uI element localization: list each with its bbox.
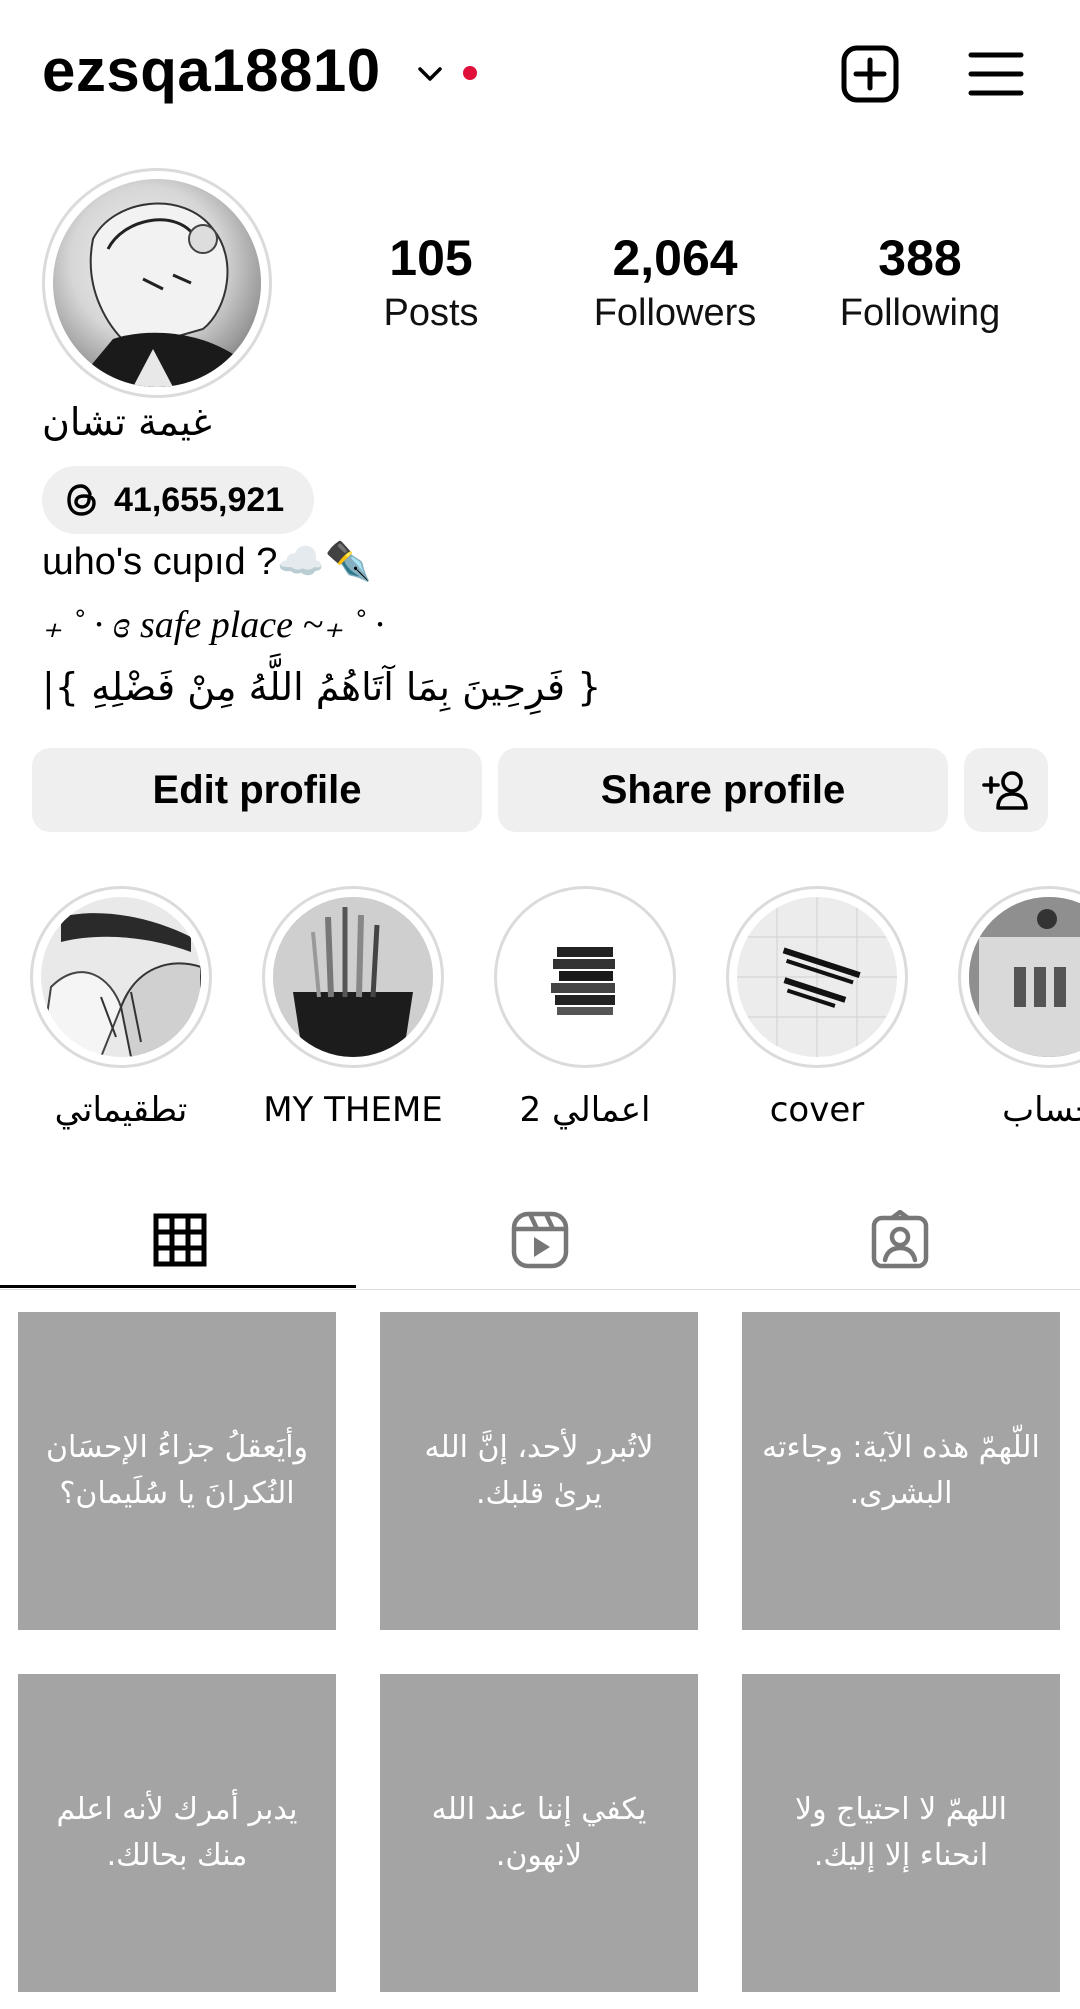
profile-header: ezsqa18810 <box>0 0 1080 150</box>
threads-badge[interactable]: 41,655,921 <box>42 466 315 534</box>
reels-icon <box>511 1211 569 1269</box>
notification-dot <box>463 66 477 80</box>
share-profile-button[interactable]: Share profile <box>498 748 948 832</box>
posts-count[interactable]: 105 Posts <box>321 228 541 338</box>
highlight-cover <box>41 897 201 1057</box>
avatar-image <box>53 179 261 387</box>
post-tile[interactable]: لاتُبرر لأحد، إنَّ الله يرىٰ قلبك. <box>380 1312 698 1630</box>
username-switcher[interactable]: ezsqa18810 <box>42 36 381 105</box>
create-button[interactable] <box>838 42 902 106</box>
active-tab-indicator <box>0 1285 356 1288</box>
post-tile[interactable]: يدبر أمرك لأنه اعلم منك بحالك. <box>18 1674 336 1992</box>
menu-button[interactable] <box>964 42 1028 106</box>
highlight-item[interactable]: اعمالي 2 <box>494 886 676 1130</box>
posts-label: Posts <box>383 292 479 334</box>
discover-people-button[interactable] <box>964 748 1048 832</box>
tab-posts-grid[interactable] <box>0 1190 360 1290</box>
highlight-label: cover <box>769 1090 865 1130</box>
highlight-label: تطقيماتي <box>54 1090 188 1130</box>
following-number: 388 <box>878 230 962 286</box>
chevron-down-icon[interactable] <box>414 58 446 90</box>
post-tile[interactable]: وأيَعقلُ جزاءُ الإحسَان النُكرانَ يا سُل… <box>18 1312 336 1630</box>
tagged-icon <box>871 1210 929 1269</box>
display-name: غيمة تشان <box>42 400 212 444</box>
highlight-label: اعمالي 2 <box>519 1090 651 1130</box>
highlight-label: MY THEME <box>263 1090 443 1130</box>
following-label: Following <box>839 292 1001 334</box>
bio-line-2: ₊ ˚ · ɞ safe place ~₊ ˚ · <box>42 604 385 646</box>
bio-line-1: ɯho's cupıd ?☁️✒️ <box>42 541 373 583</box>
post-tile[interactable]: اللهمّ لا احتياج ولا انحناء إلا إليك. <box>742 1674 1060 1992</box>
highlight-cover <box>505 897 665 1057</box>
add-person-icon <box>982 771 1028 810</box>
bio-line-3: |{ فَرِحِينَ بِمَا آتَاهُمُ اللَّهُ مِنْ… <box>42 665 602 709</box>
highlight-cover <box>969 897 1080 1057</box>
threads-icon <box>67 484 96 516</box>
following-count[interactable]: 388 Following <box>810 228 1030 338</box>
highlight-cover <box>273 897 433 1057</box>
threads-count: 41,655,921 <box>114 480 285 519</box>
post-tile[interactable]: اللّهمّ هذه الآية: وجاءته البشرى. <box>742 1312 1060 1630</box>
posts-number: 105 <box>389 230 473 286</box>
profile-tabs <box>0 1190 1080 1290</box>
highlight-item[interactable]: cover <box>726 886 908 1130</box>
followers-label: Followers <box>593 292 757 334</box>
grid-icon <box>153 1213 207 1267</box>
followers-count[interactable]: 2,064 Followers <box>565 228 785 338</box>
tab-tagged[interactable] <box>720 1190 1080 1290</box>
post-tile[interactable]: يكفي إننا عند الله لانهون. <box>380 1674 698 1992</box>
highlight-item[interactable]: MY THEME <box>262 886 444 1130</box>
highlight-cover <box>737 897 897 1057</box>
profile-avatar[interactable] <box>42 168 272 398</box>
add-square-icon <box>841 45 899 103</box>
tab-reels[interactable] <box>360 1190 720 1290</box>
highlight-item[interactable]: تطقيماتي <box>30 886 212 1130</box>
highlight-label: حساب <box>1002 1090 1080 1130</box>
highlight-item[interactable]: حساب <box>958 886 1080 1130</box>
edit-profile-button[interactable]: Edit profile <box>32 748 482 832</box>
followers-number: 2,064 <box>612 230 738 286</box>
hamburger-menu-icon <box>968 52 1024 96</box>
